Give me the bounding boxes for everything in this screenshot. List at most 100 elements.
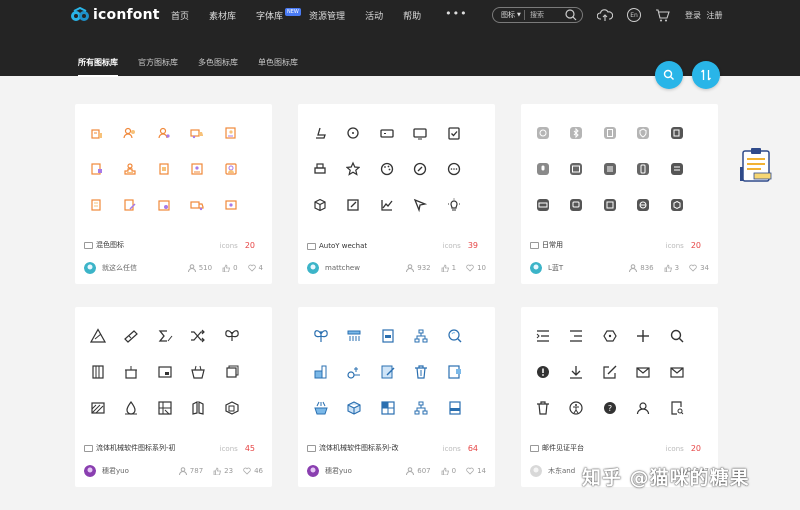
- clipboard-check-icon: [447, 127, 460, 140]
- likes-stat[interactable]: 0: [441, 467, 456, 475]
- search-icon[interactable]: [564, 8, 578, 22]
- views-count: 932: [417, 264, 431, 272]
- logo[interactable]: iconfont: [70, 7, 160, 23]
- auth-links: 登录 注册: [685, 10, 723, 21]
- icon-preview-grid: [536, 125, 703, 213]
- author-name[interactable]: mattchew: [325, 264, 360, 272]
- likes-count: 0: [233, 264, 238, 272]
- sort-fab-button[interactable]: [692, 61, 720, 89]
- heart-icon: [689, 264, 697, 272]
- login-link[interactable]: 登录: [685, 11, 701, 20]
- icon-library-card[interactable]: 混色图标 icons 20 就这么任信 510 0 4: [75, 104, 272, 284]
- avatar[interactable]: [307, 262, 319, 274]
- image-tile-icon: [603, 199, 616, 211]
- card-title[interactable]: 混色图标: [84, 240, 124, 250]
- favs-stat[interactable]: 4: [247, 264, 263, 272]
- author-name[interactable]: L蓝T: [548, 263, 563, 273]
- author-name[interactable]: 就这么任信: [102, 263, 137, 273]
- tab-official-libraries[interactable]: 官方图标库: [138, 57, 178, 77]
- search-input[interactable]: 搜索: [525, 10, 564, 20]
- icon-preview-grid: ?: [536, 328, 703, 416]
- heart-icon: [247, 264, 256, 272]
- card-stats: 836 3 34: [619, 264, 709, 272]
- edit-square-icon: [603, 365, 617, 379]
- library-tabs: 所有图标库 官方图标库 多色图标库 单色图标库: [78, 57, 318, 77]
- building-icon: [91, 129, 102, 139]
- nav-fonts-label: 字体库: [256, 12, 284, 22]
- icon-library-card[interactable]: AutoY wechat icons 39 mattchew 932 1 10: [298, 104, 495, 284]
- favs-stat[interactable]: 34: [689, 264, 709, 272]
- nav-home[interactable]: 首页: [171, 9, 189, 22]
- document-lock-icon: [91, 163, 102, 175]
- card-stats: 510 0 4: [178, 264, 263, 272]
- card-title[interactable]: 日常用: [530, 240, 563, 250]
- likes-stat[interactable]: 3: [664, 264, 679, 272]
- plus-icon: [637, 330, 650, 342]
- favs-stat[interactable]: 46: [243, 467, 263, 475]
- chat-tile-icon: [570, 199, 583, 211]
- favs-count: 14: [477, 467, 486, 475]
- nav-fonts[interactable]: 字体库 NEW: [256, 8, 301, 22]
- icon-count-value: 20: [690, 444, 701, 453]
- menu-tile-icon: [603, 163, 616, 175]
- nav-materials[interactable]: 素材库: [209, 9, 236, 22]
- cart-icon[interactable]: [655, 9, 670, 22]
- folder-icon: [307, 242, 316, 250]
- users-icon: [123, 127, 136, 139]
- alert-circle-icon: [537, 366, 549, 378]
- likes-stat[interactable]: 0: [222, 264, 238, 272]
- compass-icon: [414, 162, 427, 176]
- author-name[interactable]: 穗君yuo: [102, 466, 129, 476]
- avatar[interactable]: [530, 262, 542, 274]
- likes-stat[interactable]: 23: [213, 467, 233, 475]
- tab-all-libraries[interactable]: 所有图标库: [78, 57, 118, 77]
- grid-chart-icon: [381, 401, 395, 415]
- mic-tile-icon: [537, 163, 549, 175]
- tab-monochrome-libraries[interactable]: 单色图标库: [258, 57, 298, 77]
- language-icon[interactable]: En: [627, 8, 641, 22]
- nav-help[interactable]: 帮助: [403, 9, 421, 22]
- icon-count: icons 20: [666, 444, 701, 453]
- author-name[interactable]: 木东and: [548, 466, 575, 476]
- stamp-icon: [124, 163, 136, 175]
- feedback-clipboard-icon[interactable]: [740, 147, 774, 183]
- likes-count: 1: [451, 264, 457, 272]
- icon-library-card[interactable]: 日常用 icons 20 L蓝T 836 3 34: [521, 104, 718, 284]
- shuffle-icon: [191, 329, 206, 343]
- icon-library-card[interactable]: ? 邮件见证平台 icons 20 木东and 127: [521, 307, 718, 487]
- card-title[interactable]: 邮件见证平台: [530, 443, 584, 453]
- card-title[interactable]: AutoY wechat: [307, 242, 367, 250]
- icon-library-card[interactable]: 流体机械软件图标系列-改 icons 64 穗君yuo 607 0 14: [298, 307, 495, 487]
- card-title[interactable]: 流体机械软件图标系列-初: [84, 443, 176, 453]
- favs-stat[interactable]: 14: [466, 467, 486, 475]
- bluetooth-tile-icon: [570, 127, 583, 139]
- delete-icon: [537, 401, 549, 415]
- avatar[interactable]: [84, 465, 96, 477]
- search-fab-button[interactable]: [655, 61, 683, 89]
- lightbulb-icon: [447, 198, 460, 211]
- file-tile-icon: [603, 127, 616, 139]
- align-right-icon: [570, 330, 583, 342]
- register-link[interactable]: 注册: [707, 11, 723, 20]
- avatar[interactable]: [307, 465, 319, 477]
- nav-resources[interactable]: 资源管理: [309, 9, 345, 22]
- layers-icon: [225, 365, 239, 378]
- window-icon: [158, 366, 172, 378]
- search-type-select[interactable]: 图标 ▼: [493, 10, 525, 20]
- tab-multicolor-libraries[interactable]: 多色图标库: [198, 57, 238, 77]
- icon-library-card[interactable]: 流体机械软件图标系列-初 icons 45 穗君yuo 787 23 46: [75, 307, 272, 487]
- more-icon[interactable]: •••: [445, 7, 467, 22]
- avatar[interactable]: [530, 465, 542, 477]
- ruler-icon: [124, 330, 139, 343]
- likes-stat[interactable]: 1: [441, 264, 456, 272]
- avatar[interactable]: [84, 262, 96, 274]
- author-name[interactable]: 穗君yuo: [325, 466, 352, 476]
- card-title[interactable]: 流体机械软件图标系列-改: [307, 443, 399, 453]
- line-chart-icon: [381, 200, 393, 211]
- user-settings-icon: [158, 127, 170, 139]
- nav-events[interactable]: 活动: [365, 9, 383, 22]
- tank-icon: [125, 366, 138, 379]
- upload-icon[interactable]: [597, 8, 613, 22]
- icon-count-value: 45: [244, 444, 255, 453]
- favs-stat[interactable]: 10: [466, 264, 486, 272]
